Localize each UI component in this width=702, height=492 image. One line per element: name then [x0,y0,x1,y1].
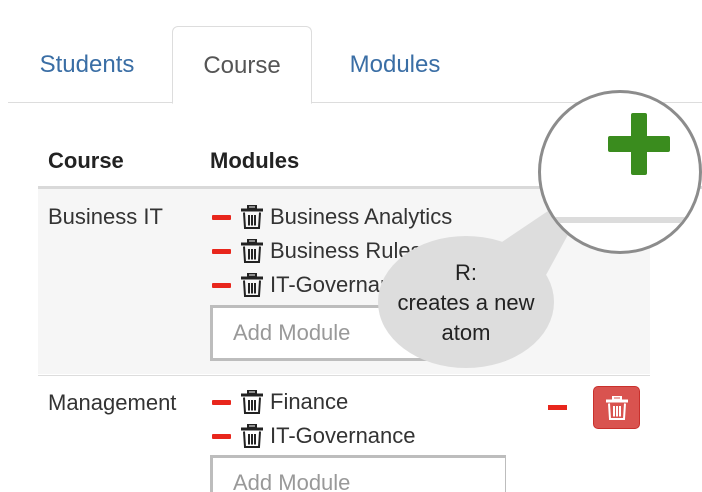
tab-modules[interactable]: Modules [330,26,460,103]
tab-students[interactable]: Students [22,26,152,103]
trash-icon[interactable] [241,205,263,229]
magnified-divider [541,217,699,223]
trash-icon[interactable] [241,424,263,448]
plus-icon[interactable] [608,113,670,175]
remove-module-icon[interactable] [212,433,231,439]
trash-icon[interactable] [241,273,263,297]
course-name: Business IT [48,204,163,229]
remove-module-icon[interactable] [212,282,231,288]
module-label: Finance [270,389,349,414]
trash-icon[interactable] [241,390,263,414]
module-item: Business Analytics [212,202,452,232]
add-module-input[interactable] [210,455,506,492]
trash-icon[interactable] [241,239,263,263]
remove-module-icon[interactable] [212,214,231,220]
callout-line: atom [441,320,491,345]
delete-course-button[interactable] [593,386,640,429]
remove-module-icon[interactable] [212,399,231,405]
module-item: Finance [212,387,348,417]
callout-line: R: [455,260,477,285]
course-name: Management [48,390,177,415]
tab-course[interactable]: Course [172,26,312,104]
trash-icon [606,396,628,420]
module-label: IT-Governance [270,423,416,448]
module-item: IT-Governance [212,421,416,451]
column-header-course: Course [48,148,124,173]
tab-bar: Students Course Modules [8,0,702,104]
module-label: Business Analytics [270,204,453,229]
remove-module-icon[interactable] [212,248,231,254]
callout-text: R: creates a new atom [378,258,554,348]
column-header-modules: Modules [210,148,300,173]
row-divider [38,375,650,376]
magnifier-overlay [538,90,702,254]
remove-course-icon[interactable] [548,405,567,410]
callout-line: creates a new [397,290,535,315]
